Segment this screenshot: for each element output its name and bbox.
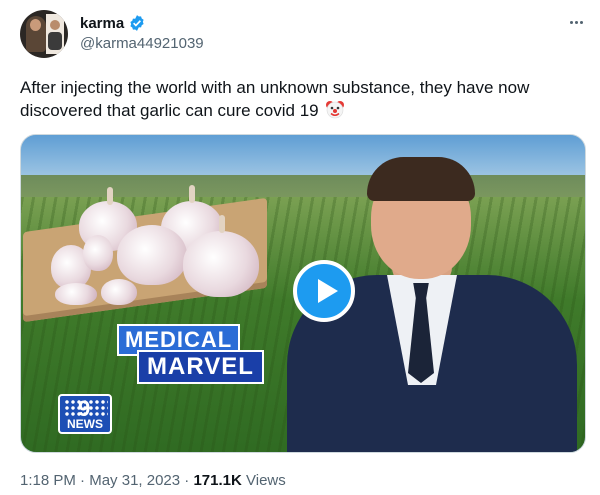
display-name[interactable]: karma: [80, 15, 124, 32]
play-icon[interactable]: [293, 260, 355, 322]
tweet-card: karma @karma44921039 After injecting the…: [0, 0, 600, 495]
tweet-time[interactable]: 1:18 PM: [20, 472, 76, 489]
garlic-clove: [83, 235, 113, 271]
separator: ·: [75, 472, 90, 489]
garlic-clove: [101, 279, 137, 305]
nine-news-logo: 9 NEWS: [58, 394, 112, 434]
clown-face-icon: [325, 99, 345, 125]
video-thumbnail[interactable]: MEDICAL MARVEL 9 NEWS: [20, 134, 586, 453]
author-name-row: karma: [80, 12, 146, 34]
garlic-bulb: [183, 231, 259, 297]
tweet-metadata: 1:18 PM · May 31, 2023 · 171.1K Views: [20, 472, 286, 489]
verified-badge-icon: [128, 14, 146, 32]
tweet-body: After injecting the world with an unknow…: [20, 78, 530, 120]
tweet-text: After injecting the world with an unknow…: [20, 76, 580, 125]
label-marvel: MARVEL: [137, 350, 264, 384]
separator: ·: [180, 472, 194, 489]
tweet-date[interactable]: May 31, 2023: [89, 472, 180, 489]
garlic-bulb: [117, 225, 187, 285]
garlic-clove: [55, 283, 97, 305]
avatar[interactable]: [20, 10, 68, 58]
user-handle[interactable]: @karma44921039: [80, 35, 204, 52]
more-options-icon[interactable]: [564, 12, 588, 32]
views-label: Views: [241, 472, 286, 489]
views-count: 171.1K: [193, 472, 242, 489]
